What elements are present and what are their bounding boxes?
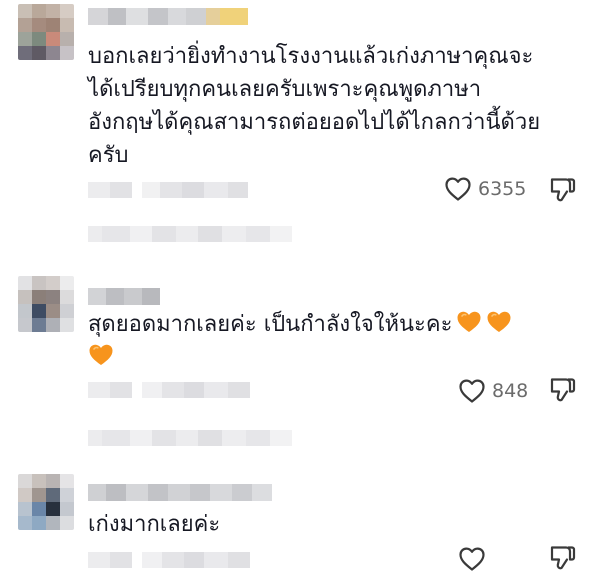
username[interactable] [88,484,272,501]
reply-meta [88,552,250,568]
heart-outline-icon [445,177,471,201]
dislike-button[interactable] [548,544,576,576]
heart-outline-icon [459,547,485,571]
thumbs-down-outline-icon [550,178,576,202]
like-count: 6355 [478,178,527,200]
like-count: 848 [492,380,529,402]
avatar[interactable] [18,4,74,60]
view-replies[interactable] [88,430,292,446]
comment-item: เก่งมากเลยค่ะ [0,470,600,572]
thumbs-down-outline-icon [550,378,576,402]
dislike-button[interactable] [548,376,576,408]
comment-text: บอกเลยว่ายิ่งทำงานโรงงานแล้วเก่งภาษาคุณจ… [88,44,541,168]
reply-meta [88,182,248,198]
comment-text: สุดยอดมากเลยค่ะ เป็นกำลังใจให้นะคะ [88,308,588,374]
comment-item: สุดยอดมากเลยค่ะ เป็นกำลังใจให้นะคะ 848 [0,270,600,450]
thumbs-down-outline-icon [550,546,576,570]
comment-item: บอกเลยว่ายิ่งทำงานโรงงานแล้วเก่งภาษาคุณจ… [0,0,600,250]
username[interactable] [88,288,160,305]
like-button[interactable]: 6355 [444,176,526,202]
orange-heart-emoji [487,311,511,332]
orange-heart-emoji [457,311,481,332]
heart-outline-icon [459,379,485,403]
reply-meta [88,382,250,398]
avatar[interactable] [18,474,74,530]
comment-text: เก่งมากเลยค่ะ [88,512,221,537]
view-replies[interactable] [88,226,292,242]
like-button[interactable] [458,546,492,572]
avatar[interactable] [18,276,74,332]
orange-heart-emoji [89,344,113,365]
like-button[interactable]: 848 [458,378,528,404]
username[interactable] [88,8,248,25]
dislike-button[interactable] [548,176,576,208]
